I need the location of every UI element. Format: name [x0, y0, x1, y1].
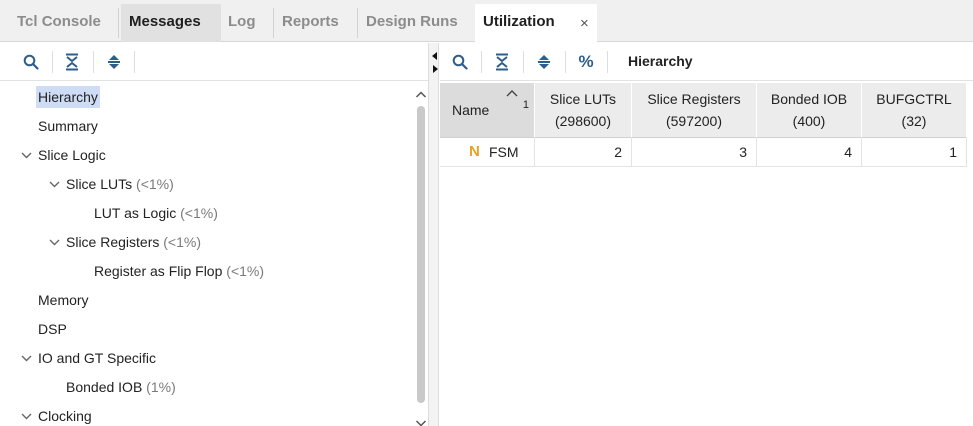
column-header-slice-luts[interactable]: Slice LUTs (298600) — [535, 83, 632, 138]
arrow-right-icon[interactable] — [433, 65, 438, 73]
expand-all-icon[interactable] — [534, 52, 554, 72]
column-header-available: (597200) — [665, 113, 723, 129]
chevron-down-icon[interactable] — [19, 141, 33, 170]
pane-splitter[interactable] — [428, 43, 439, 426]
tree-item-slice-luts[interactable]: Slice LUTs (<1%) — [66, 170, 174, 199]
search-icon[interactable] — [21, 52, 41, 72]
column-header-name[interactable]: Name 1 — [440, 83, 535, 138]
tree-item-hierarchy[interactable]: Hierarchy — [36, 83, 100, 112]
tab-design-runs[interactable]: Design Runs — [358, 4, 466, 42]
table-cell-bufgctrl: 1 — [862, 138, 967, 167]
tree-toolbar — [0, 43, 428, 81]
column-header-label: BUFGCTRL — [876, 91, 952, 107]
tab-messages[interactable]: Messages — [121, 4, 221, 42]
tree-item-label: Slice Logic — [38, 147, 106, 163]
tree-item-lut-as-logic[interactable]: LUT as Logic (<1%) — [94, 199, 218, 228]
column-header-label: Slice LUTs — [549, 91, 617, 107]
tree-item-label: IO and GT Specific — [38, 350, 157, 366]
tree-item-percent: (<1%) — [163, 234, 201, 250]
tree-item-slice-logic[interactable]: Slice Logic — [38, 141, 106, 170]
tree-item-label: Memory — [38, 292, 89, 308]
tree-item-label: LUT as Logic — [94, 205, 177, 221]
tab-reports[interactable]: Reports — [274, 4, 347, 42]
toolbar-divider — [481, 51, 482, 73]
tree-item-register-as-flip-flop[interactable]: Register as Flip Flop (<1%) — [94, 257, 264, 286]
toolbar-divider — [52, 51, 53, 73]
collapse-all-icon[interactable] — [62, 52, 82, 72]
tree-item-memory[interactable]: Memory — [38, 286, 89, 315]
tree-item-summary[interactable]: Summary — [38, 112, 98, 141]
tree-item-label: DSP — [38, 321, 67, 337]
table-cell-name[interactable]: N FSM — [440, 138, 535, 167]
tab-bar: Tcl Console Messages Log Reports Design … — [0, 0, 973, 43]
tree-item-label: Register as Flip Flop — [94, 263, 223, 279]
tree-item-label: Summary — [38, 118, 98, 134]
sort-ascending-icon — [506, 86, 518, 98]
tree-item-bonded-iob[interactable]: Bonded IOB (1%) — [66, 373, 176, 402]
column-header-available: (32) — [901, 113, 927, 129]
table-cell-bonded-iob: 4 — [757, 138, 862, 167]
tree-item-io-and-gt-specific[interactable]: IO and GT Specific — [38, 344, 156, 373]
sort-order-index: 1 — [522, 99, 529, 111]
arrow-left-icon[interactable] — [432, 52, 437, 60]
chevron-down-icon[interactable] — [47, 228, 61, 257]
tree-item-clocking[interactable]: Clocking — [38, 402, 92, 426]
toolbar-divider — [565, 51, 566, 73]
percent-toggle-button[interactable]: % — [576, 52, 596, 72]
close-icon[interactable]: × — [580, 4, 589, 42]
tree-item-dsp[interactable]: DSP — [38, 315, 67, 344]
chevron-down-icon[interactable] — [19, 344, 33, 373]
column-header-bufgctrl[interactable]: BUFGCTRL (32) — [862, 83, 967, 138]
toolbar-divider — [523, 51, 524, 73]
tree-item-label: Slice LUTs — [66, 176, 133, 192]
tree-item-label: Hierarchy — [36, 86, 100, 108]
tree-item-slice-registers[interactable]: Slice Registers (<1%) — [66, 228, 201, 257]
column-header-available: (298600) — [554, 113, 612, 129]
tree-item-percent: (<1%) — [226, 263, 265, 279]
column-header-available: (400) — [792, 113, 826, 129]
module-n-icon: N — [469, 143, 480, 160]
utilization-tree: Hierarchy Summary Slice Logic Slice LUTs… — [0, 83, 413, 426]
collapse-all-icon[interactable] — [492, 52, 512, 72]
tree-item-percent: (1%) — [146, 379, 176, 395]
tab-divider — [118, 8, 119, 38]
column-header-bonded-iob[interactable]: Bonded IOB (400) — [757, 83, 862, 138]
tree-item-percent: (<1%) — [180, 205, 218, 221]
tab-log[interactable]: Log — [220, 4, 264, 42]
tree-scrollbar[interactable] — [413, 83, 428, 426]
table-toolbar: % Hierarchy — [440, 43, 973, 81]
tab-utilization[interactable]: Utilization — [475, 4, 597, 43]
tab-utilization-label: Utilization — [483, 13, 555, 30]
table-title: Hierarchy — [628, 53, 693, 69]
expand-all-icon[interactable] — [104, 52, 124, 72]
scroll-down-icon[interactable] — [415, 416, 427, 426]
column-header-slice-registers[interactable]: Slice Registers (597200) — [632, 83, 757, 138]
table-cell-slice-registers: 3 — [632, 138, 757, 167]
scrollbar-thumb[interactable] — [417, 106, 425, 403]
toolbar-divider — [134, 51, 135, 73]
column-header-label: Name — [452, 102, 490, 118]
chevron-down-icon[interactable] — [19, 402, 33, 426]
column-header-label: Slice Registers — [647, 91, 741, 107]
table-cell-slice-luts: 2 — [535, 138, 632, 167]
toolbar-divider — [93, 51, 94, 73]
search-icon[interactable] — [450, 52, 470, 72]
tree-item-label: Bonded IOB — [66, 379, 143, 395]
column-header-label: Bonded IOB — [770, 91, 848, 107]
toolbar-divider — [607, 51, 608, 73]
tab-tcl-console[interactable]: Tcl Console — [9, 4, 109, 42]
tree-item-percent: (<1%) — [136, 176, 174, 192]
chevron-down-icon[interactable] — [47, 170, 61, 199]
tree-item-label: Slice Registers — [66, 234, 160, 250]
scroll-up-icon[interactable] — [415, 88, 427, 100]
tree-item-label: Clocking — [38, 408, 92, 424]
